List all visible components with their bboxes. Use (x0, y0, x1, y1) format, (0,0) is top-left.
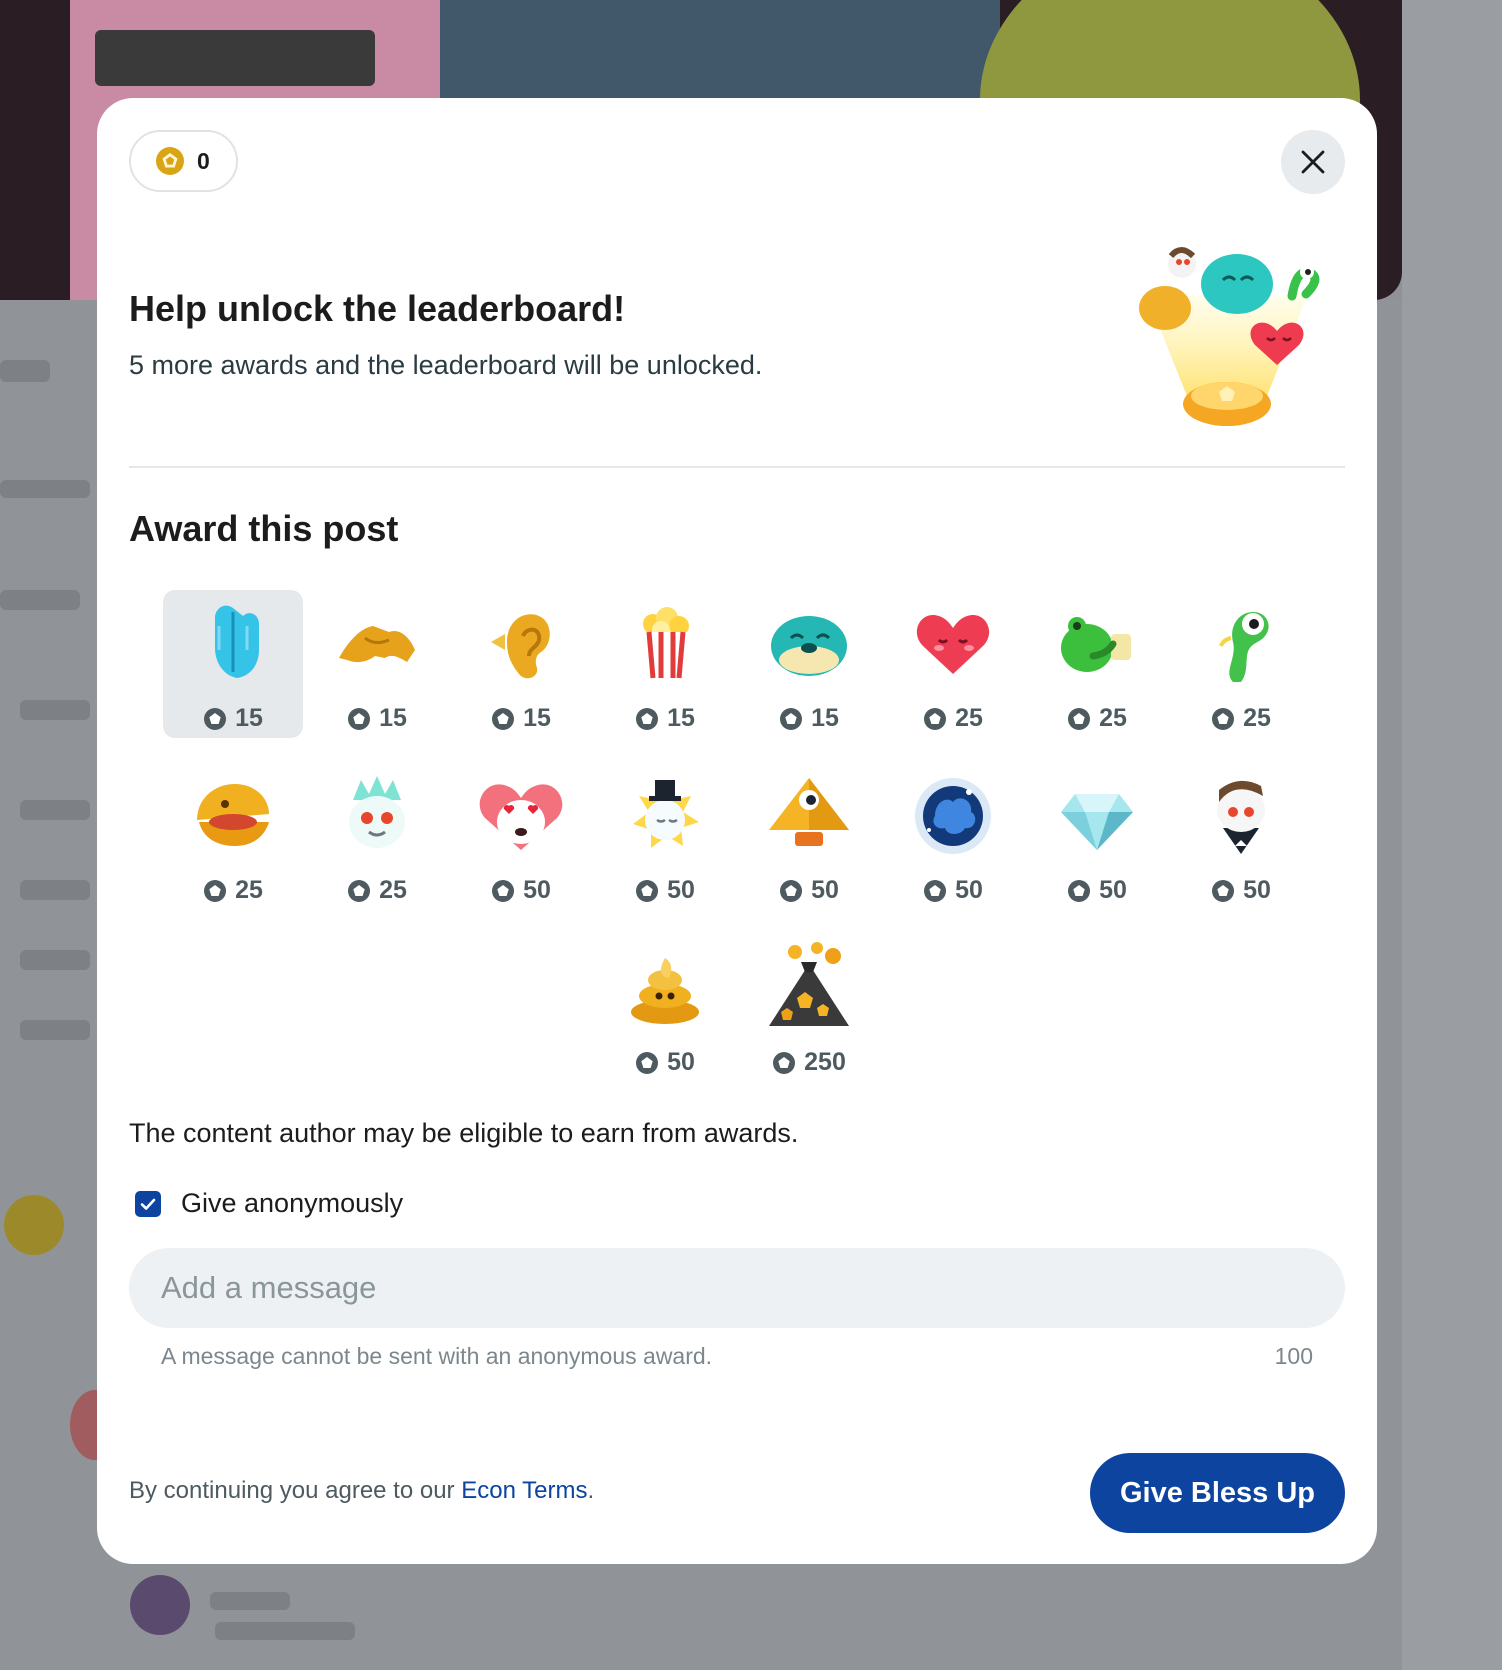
award-price: 15 (811, 704, 839, 732)
message-helper-text: A message cannot be sent with an anonymo… (161, 1343, 713, 1369)
award-price: 25 (235, 876, 263, 904)
award-price: 50 (523, 876, 551, 904)
coin-icon (636, 707, 659, 730)
award-top-hat-sun[interactable]: 50 (595, 762, 735, 910)
award-golden-poop[interactable]: 50 (595, 934, 735, 1082)
message-input[interactable] (129, 1248, 1345, 1328)
gold-coin-icon (156, 147, 184, 175)
coin-icon (1068, 879, 1091, 902)
pinky-promise-icon (339, 626, 415, 663)
econ-terms-link[interactable]: Econ Terms (461, 1477, 587, 1504)
coin-balance-value: 0 (197, 147, 210, 174)
coin-icon (780, 707, 803, 730)
award-price: 250 (804, 1048, 846, 1076)
award-price: 25 (379, 876, 407, 904)
terms-prefix: By continuing you agree to our (129, 1477, 462, 1504)
award-grid: 15 15 15 15 15 25 25 25 25 25 50 50 50 5… (161, 590, 1313, 1106)
award-golden-ear[interactable]: 15 (451, 590, 591, 738)
anonymous-label: Give anonymously (181, 1188, 404, 1218)
award-price: 50 (955, 876, 983, 904)
award-price: 50 (667, 876, 695, 904)
golden-poop-icon (631, 958, 699, 1024)
golden-clam-icon (197, 784, 269, 846)
award-frog-drinking[interactable]: 25 (1027, 590, 1167, 738)
award-price: 15 (667, 704, 695, 732)
give-award-button[interactable]: Give Bless Up (1089, 1453, 1345, 1533)
award-snoo-tuxedo[interactable]: 50 (1171, 762, 1311, 910)
anonymous-checkbox[interactable] (135, 1190, 161, 1217)
award-golden-clam[interactable]: 25 (163, 762, 303, 910)
snake-icon (1219, 612, 1269, 682)
galaxy-brain-icon (915, 778, 991, 854)
coin-icon (1212, 879, 1235, 902)
award-price: 15 (235, 704, 263, 732)
top-hat-sun-icon (633, 780, 699, 848)
coin-icon (204, 707, 227, 730)
coin-icon (636, 879, 659, 902)
award-snoo-spiky[interactable]: 25 (307, 762, 447, 910)
snoo-spiky-icon (349, 776, 405, 848)
popcorn-icon (643, 607, 689, 679)
award-pyramid-eye[interactable]: 50 (739, 762, 879, 910)
coin-icon (204, 879, 227, 902)
award-price: 50 (811, 876, 839, 904)
diamond-icon (1061, 794, 1133, 850)
leaderboard-subtitle: 5 more awards and the leaderboard will b… (129, 350, 763, 380)
leaderboard-title: Help unlock the leaderboard! (129, 288, 626, 329)
award-price: 25 (1243, 704, 1271, 732)
award-snoo-heart-eyes[interactable]: 50 (451, 762, 591, 910)
close-icon (1301, 150, 1325, 174)
message-char-counter: 100 (1274, 1343, 1313, 1369)
coin-icon (1212, 707, 1235, 730)
coin-icon (492, 707, 515, 730)
coin-icon (492, 879, 515, 902)
checkmark-icon (140, 1198, 156, 1210)
section-divider (129, 466, 1345, 468)
snoo-heart-eyes-icon (479, 784, 563, 850)
give-anonymously-option[interactable]: Give anonymously (135, 1188, 403, 1219)
award-popcorn[interactable]: 15 (595, 590, 735, 738)
volcano-icon (769, 942, 849, 1026)
coin-icon (924, 707, 947, 730)
close-button[interactable] (1281, 130, 1345, 194)
coin-icon (1068, 707, 1091, 730)
snoo-tuxedo-icon (1217, 780, 1265, 854)
award-price: 25 (955, 704, 983, 732)
praying-hands-icon (215, 605, 259, 678)
award-section-title: Award this post (129, 508, 399, 549)
award-snake[interactable]: 25 (1171, 590, 1311, 738)
award-praying-hands[interactable]: 15 (163, 590, 303, 738)
coin-icon (773, 1051, 796, 1074)
award-price: 15 (523, 704, 551, 732)
coin-icon (636, 1051, 659, 1074)
pyramid-eye-icon (769, 778, 849, 846)
award-pinky-promise[interactable]: 15 (307, 590, 447, 738)
coin-icon (924, 879, 947, 902)
award-volcano[interactable]: 250 (739, 934, 879, 1082)
award-galaxy-brain[interactable]: 50 (883, 762, 1023, 910)
award-price: 50 (1243, 876, 1271, 904)
award-price: 50 (1099, 876, 1127, 904)
award-diamond[interactable]: 50 (1027, 762, 1167, 910)
award-seal[interactable]: 15 (739, 590, 879, 738)
terms-notice: By continuing you agree to our Econ Term… (129, 1477, 594, 1505)
award-price: 50 (667, 1048, 695, 1076)
award-modal: 0 Help unlock the leaderboard! 5 more aw… (97, 98, 1377, 1564)
frog-drinking-icon (1061, 617, 1131, 672)
coin-icon (348, 879, 371, 902)
earnings-eligibility-text: The content author may be eligible to ea… (129, 1118, 799, 1148)
coin-icon (780, 879, 803, 902)
award-heart[interactable]: 25 (883, 590, 1023, 738)
award-price: 25 (1099, 704, 1127, 732)
heart-icon (916, 614, 990, 674)
golden-ear-icon (491, 614, 550, 679)
leaderboard-awards-art (1139, 247, 1320, 426)
coin-balance[interactable]: 0 (129, 130, 238, 192)
coin-icon (348, 707, 371, 730)
award-price: 15 (379, 704, 407, 732)
terms-suffix: . (587, 1477, 595, 1504)
seal-icon (771, 616, 847, 676)
